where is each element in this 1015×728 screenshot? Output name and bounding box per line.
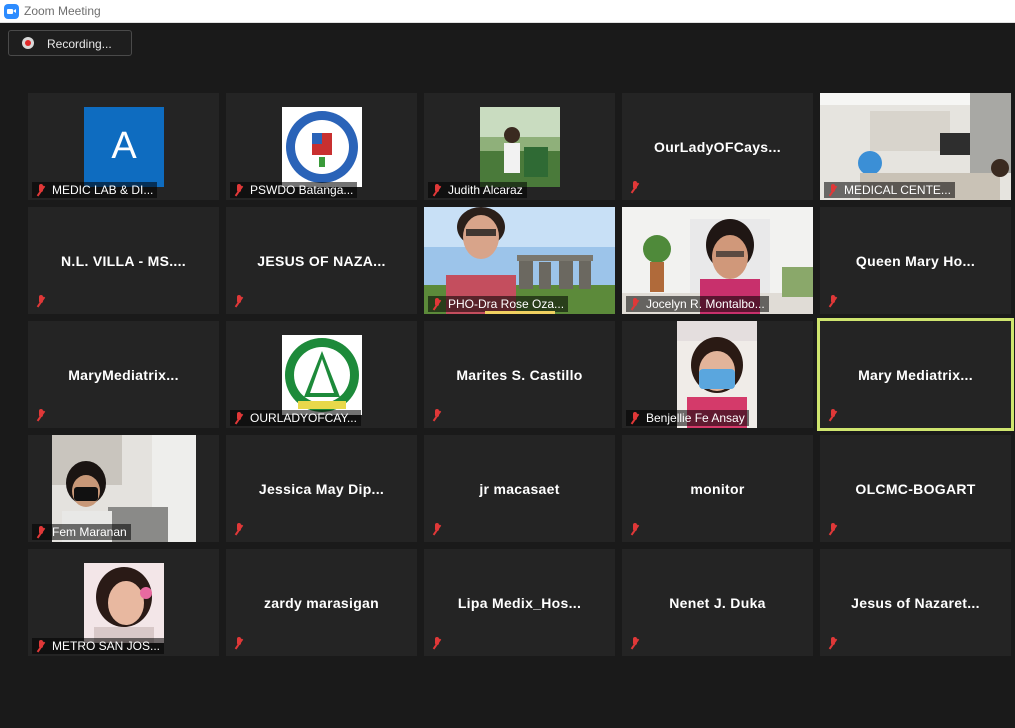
participant-name: Jessica May Dip...: [258, 480, 385, 497]
mic-muted-icon: [432, 183, 442, 197]
record-icon: [22, 37, 34, 49]
title-bar: Zoom Meeting: [0, 0, 1015, 23]
speaking-indicator: [485, 311, 555, 314]
participant-label: Fem Maranan: [32, 524, 131, 540]
participant-tile[interactable]: zardy marasigan: [226, 549, 417, 656]
recording-label: Recording...: [47, 37, 112, 51]
participant-tile[interactable]: MaryMediatrix...: [28, 321, 219, 428]
mic-muted-icon: [234, 411, 244, 425]
mic-muted-icon: [36, 525, 46, 539]
mic-muted-icon: [432, 523, 442, 536]
participant-tile[interactable]: N.L. VILLA - MS....: [28, 207, 219, 314]
participant-tile[interactable]: monitor: [622, 435, 813, 542]
participant-tile[interactable]: MEDICAL CENTE...: [820, 93, 1011, 200]
participant-label: Judith Alcaraz: [428, 182, 527, 198]
participant-tile[interactable]: OURLADYOFCAY...: [226, 321, 417, 428]
participant-tile-active-speaker[interactable]: Mary Mediatrix...: [817, 318, 1014, 431]
participant-name: JESUS OF NAZA...: [257, 252, 386, 269]
participant-tile[interactable]: Marites S. Castillo: [424, 321, 615, 428]
participant-name: jr macasaet: [479, 480, 560, 497]
mic-muted-icon: [36, 183, 46, 197]
mic-muted-icon: [828, 523, 838, 536]
mic-muted-icon: [630, 411, 640, 425]
seal-logo: [282, 107, 362, 187]
participant-name: monitor: [690, 480, 745, 497]
participant-name: Queen Mary Ho...: [855, 252, 976, 269]
participant-tile[interactable]: Jessica May Dip...: [226, 435, 417, 542]
mic-muted-icon: [828, 637, 838, 650]
seal-logo: [282, 335, 362, 415]
participant-name: Mary Mediatrix...: [858, 366, 973, 383]
mic-muted-icon: [36, 409, 46, 422]
window-title: Zoom Meeting: [24, 4, 101, 18]
participant-tile[interactable]: Queen Mary Ho...: [820, 207, 1011, 314]
mic-muted-icon: [234, 183, 244, 197]
mic-muted-icon: [828, 409, 838, 422]
participant-tile[interactable]: Benjellie Fe Ansay: [622, 321, 813, 428]
mic-muted-icon: [234, 637, 244, 650]
participant-tile[interactable]: jr macasaet: [424, 435, 615, 542]
mic-muted-icon: [828, 295, 838, 308]
mic-muted-icon: [828, 183, 838, 197]
avatar: A: [84, 107, 164, 187]
participant-tile[interactable]: JESUS OF NAZA...: [226, 207, 417, 314]
participant-label: Jocelyn R. Montalbo...: [626, 296, 769, 312]
participant-label: METRO SAN JOS...: [32, 638, 165, 654]
participant-name: zardy marasigan: [264, 594, 379, 611]
mic-muted-icon: [630, 637, 640, 650]
participant-label: MEDICAL CENTE...: [824, 182, 955, 198]
participant-label: MEDIC LAB & DI...: [32, 182, 158, 198]
recording-indicator-button[interactable]: Recording...: [8, 30, 132, 56]
participant-label: PSWDO Batanga...: [230, 182, 358, 198]
mic-muted-icon: [432, 297, 442, 311]
mic-muted-icon: [630, 523, 640, 536]
zoom-icon: [4, 4, 19, 19]
participant-name: Nenet J. Duka: [669, 594, 766, 611]
participant-name: MaryMediatrix...: [68, 366, 179, 383]
mic-muted-icon: [630, 297, 640, 311]
participant-tile[interactable]: Judith Alcaraz: [424, 93, 615, 200]
participant-name: Marites S. Castillo: [456, 366, 583, 383]
mic-muted-icon: [36, 639, 46, 653]
mic-muted-icon: [36, 295, 46, 308]
participant-label: PHO-Dra Rose Oza...: [428, 296, 569, 312]
participant-name: N.L. VILLA - MS....: [61, 252, 186, 269]
participant-tile[interactable]: OurLadyOFCays...: [622, 93, 813, 200]
participant-video: [480, 107, 560, 187]
mic-muted-icon: [630, 181, 640, 194]
mic-muted-icon: [234, 295, 244, 308]
participant-tile[interactable]: OLCMC-BOGART: [820, 435, 1011, 542]
participant-tile[interactable]: PHO-Dra Rose Oza...: [424, 207, 615, 314]
participant-tile[interactable]: Jocelyn R. Montalbo...: [622, 207, 813, 314]
participant-name: Jesus of Nazaret...: [851, 594, 980, 611]
avatar-letter: A: [111, 125, 137, 167]
participant-name: OurLadyOFCays...: [654, 138, 781, 155]
profile-photo: [84, 563, 164, 643]
participant-name: Lipa Medix_Hos...: [457, 594, 582, 611]
participant-tile[interactable]: Jesus of Nazaret...: [820, 549, 1011, 656]
participant-tile[interactable]: METRO SAN JOS...: [28, 549, 219, 656]
participant-tile[interactable]: Lipa Medix_Hos...: [424, 549, 615, 656]
participant-tile[interactable]: Fem Maranan: [28, 435, 219, 542]
participant-name: OLCMC-BOGART: [855, 480, 976, 497]
participant-tile[interactable]: Nenet J. Duka: [622, 549, 813, 656]
participant-tile[interactable]: A MEDIC LAB & DI...: [28, 93, 219, 200]
participant-label: Benjellie Fe Ansay: [626, 410, 749, 426]
mic-muted-icon: [234, 523, 244, 536]
participant-label: OURLADYOFCAY...: [230, 410, 361, 426]
mic-muted-icon: [432, 637, 442, 650]
participant-tile[interactable]: PSWDO Batanga...: [226, 93, 417, 200]
mic-muted-icon: [432, 409, 442, 422]
